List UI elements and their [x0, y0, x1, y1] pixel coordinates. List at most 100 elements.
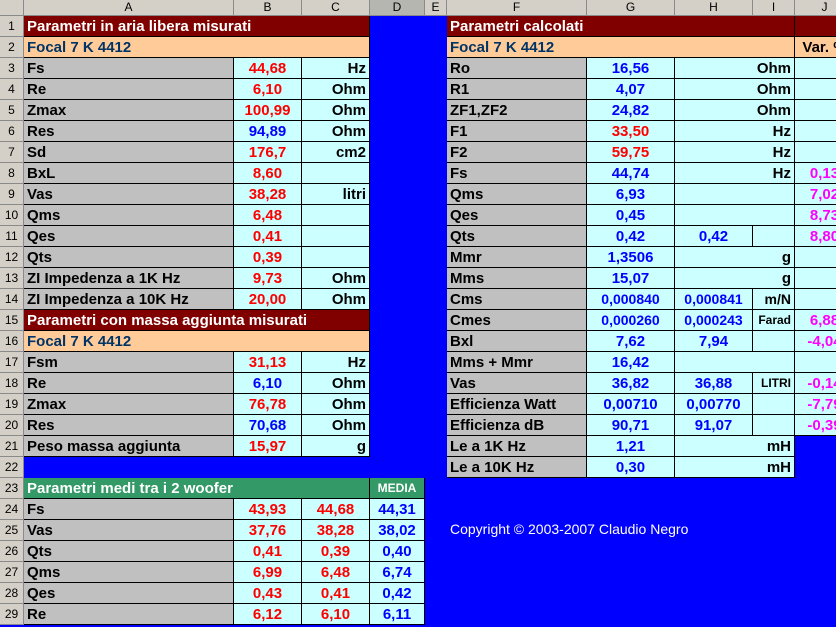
- cell-h6[interactable]: Hz: [675, 121, 795, 142]
- cell-f7[interactable]: F2: [447, 142, 587, 163]
- cell-h11[interactable]: 0,42: [675, 226, 753, 247]
- cell-g11[interactable]: 0,42: [587, 226, 675, 247]
- cell-g14[interactable]: 0,000840: [587, 289, 675, 310]
- row-header-27[interactable]: 27: [0, 562, 24, 583]
- cell-j11[interactable]: 8,80: [795, 226, 836, 247]
- cell-a19[interactable]: Zmax: [24, 394, 234, 415]
- cell-b10[interactable]: 6,48: [234, 205, 302, 226]
- cell-h13[interactable]: g: [675, 268, 795, 289]
- cell-d25[interactable]: 38,02: [370, 520, 425, 541]
- cell-j6[interactable]: [795, 121, 836, 142]
- cell-h22[interactable]: mH: [675, 457, 795, 478]
- row-header-9[interactable]: 9: [0, 184, 24, 205]
- cell-b7[interactable]: 176,7: [234, 142, 302, 163]
- cell-c20[interactable]: Ohm: [302, 415, 370, 436]
- cell-c17[interactable]: Hz: [302, 352, 370, 373]
- row-header-18[interactable]: 18: [0, 373, 24, 394]
- cell-c8[interactable]: [302, 163, 370, 184]
- cell-a9[interactable]: Vas: [24, 184, 234, 205]
- row-header-12[interactable]: 12: [0, 247, 24, 268]
- cell-i19[interactable]: [753, 394, 795, 415]
- cell-f3[interactable]: Ro: [447, 58, 587, 79]
- cell-b4[interactable]: 6,10: [234, 79, 302, 100]
- cell-c6[interactable]: Ohm: [302, 121, 370, 142]
- row-header-3[interactable]: 3: [0, 58, 24, 79]
- cell-b13[interactable]: 9,73: [234, 268, 302, 289]
- cell-g13[interactable]: 15,07: [587, 268, 675, 289]
- row-header-15[interactable]: 15: [0, 310, 24, 331]
- cell-b25[interactable]: 37,76: [234, 520, 302, 541]
- cell-b17[interactable]: 31,13: [234, 352, 302, 373]
- cell-c3[interactable]: Hz: [302, 58, 370, 79]
- cell-a16[interactable]: Focal 7 K 4412: [24, 331, 370, 352]
- row-header-25[interactable]: 25: [0, 520, 24, 541]
- cell-h21[interactable]: mH: [675, 436, 795, 457]
- column-header-g[interactable]: G: [587, 0, 675, 16]
- cell-h8[interactable]: Hz: [675, 163, 795, 184]
- cell-h12[interactable]: g: [675, 247, 795, 268]
- column-header-b[interactable]: B: [234, 0, 302, 16]
- cell-a10[interactable]: Qms: [24, 205, 234, 226]
- cell-g19[interactable]: 0,00710: [587, 394, 675, 415]
- column-header-h[interactable]: H: [675, 0, 753, 16]
- cell-h20[interactable]: 91,07: [675, 415, 753, 436]
- cell-a21[interactable]: Peso massa aggiunta: [24, 436, 234, 457]
- cell-g15[interactable]: 0,000260: [587, 310, 675, 331]
- cell-j7[interactable]: [795, 142, 836, 163]
- cell-j17[interactable]: [795, 352, 836, 373]
- cell-a11[interactable]: Qes: [24, 226, 234, 247]
- cell-j18[interactable]: -0,14: [795, 373, 836, 394]
- cell-j13[interactable]: [795, 268, 836, 289]
- cell-j8[interactable]: 0,13: [795, 163, 836, 184]
- row-header-2[interactable]: 2: [0, 37, 24, 58]
- cell-g6[interactable]: 33,50: [587, 121, 675, 142]
- row-header-26[interactable]: 26: [0, 541, 24, 562]
- cell-b18[interactable]: 6,10: [234, 373, 302, 394]
- cell-i11[interactable]: [753, 226, 795, 247]
- cell-c21[interactable]: g: [302, 436, 370, 457]
- cell-a3[interactable]: Fs: [24, 58, 234, 79]
- cell-a2[interactable]: Focal 7 K 4412: [24, 37, 370, 58]
- cell-d24[interactable]: 44,31: [370, 499, 425, 520]
- cell-f15[interactable]: Cmes: [447, 310, 587, 331]
- cell-a6[interactable]: Res: [24, 121, 234, 142]
- cell-g7[interactable]: 59,75: [587, 142, 675, 163]
- row-header-22[interactable]: 22: [0, 457, 24, 478]
- row-header-13[interactable]: 13: [0, 268, 24, 289]
- cell-h10[interactable]: [675, 205, 795, 226]
- cell-d27[interactable]: 6,74: [370, 562, 425, 583]
- cell-c14[interactable]: Ohm: [302, 289, 370, 310]
- column-header-j[interactable]: J: [795, 0, 836, 16]
- cell-a14[interactable]: ZI Impedenza a 10K Hz: [24, 289, 234, 310]
- cell-f19[interactable]: Efficienza Watt: [447, 394, 587, 415]
- cell-f11[interactable]: Qts: [447, 226, 587, 247]
- cell-f16[interactable]: Bxl: [447, 331, 587, 352]
- column-header-i[interactable]: I: [753, 0, 795, 16]
- cell-j1[interactable]: [795, 16, 836, 37]
- cell-a7[interactable]: Sd: [24, 142, 234, 163]
- cell-f21[interactable]: Le a 1K Hz: [447, 436, 587, 457]
- cell-g16[interactable]: 7,62: [587, 331, 675, 352]
- cell-c11[interactable]: [302, 226, 370, 247]
- cell-b12[interactable]: 0,39: [234, 247, 302, 268]
- row-header-24[interactable]: 24: [0, 499, 24, 520]
- cell-c12[interactable]: [302, 247, 370, 268]
- row-header-21[interactable]: 21: [0, 436, 24, 457]
- cell-f4[interactable]: R1: [447, 79, 587, 100]
- cell-b24[interactable]: 43,93: [234, 499, 302, 520]
- cell-a13[interactable]: ZI Impedenza a 1K Hz: [24, 268, 234, 289]
- cell-d26[interactable]: 0,40: [370, 541, 425, 562]
- cell-j9[interactable]: 7,02: [795, 184, 836, 205]
- cell-g22[interactable]: 0,30: [587, 457, 675, 478]
- row-header-8[interactable]: 8: [0, 163, 24, 184]
- row-header-28[interactable]: 28: [0, 583, 24, 604]
- cell-a8[interactable]: BxL: [24, 163, 234, 184]
- cell-c29[interactable]: 6,10: [302, 604, 370, 625]
- cell-a23[interactable]: Parametri medi tra i 2 woofer: [24, 478, 370, 499]
- cell-h18[interactable]: 36,88: [675, 373, 753, 394]
- cell-h14[interactable]: 0,000841: [675, 289, 753, 310]
- cell-a26[interactable]: Qts: [24, 541, 234, 562]
- cell-j12[interactable]: [795, 247, 836, 268]
- cell-b26[interactable]: 0,41: [234, 541, 302, 562]
- cell-i16[interactable]: [753, 331, 795, 352]
